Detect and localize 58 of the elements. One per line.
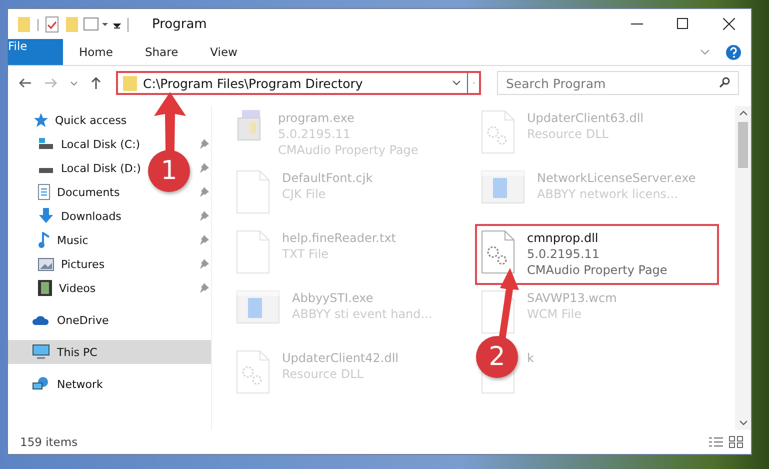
file-detail: CMAudio Property Page bbox=[527, 262, 668, 278]
application-icon bbox=[481, 170, 525, 204]
search-field[interactable]: Search Program bbox=[497, 71, 739, 95]
file-detail: 5.0.2195.11 bbox=[527, 246, 601, 262]
file-icon bbox=[236, 350, 270, 394]
pin-icon[interactable] bbox=[199, 139, 209, 149]
nav-item[interactable]: Local Disk (D:) bbox=[8, 156, 143, 180]
pin-icon[interactable] bbox=[199, 235, 209, 245]
nav-item[interactable]: Quick access bbox=[8, 108, 211, 132]
folder-icon bbox=[123, 75, 137, 91]
file-icon bbox=[236, 170, 270, 214]
maximize-icon[interactable] bbox=[677, 18, 689, 30]
nav-item[interactable]: Music bbox=[8, 228, 90, 252]
download-arrow-icon bbox=[38, 208, 54, 224]
details-view-icon[interactable] bbox=[709, 436, 723, 448]
picture-icon bbox=[38, 258, 54, 270]
file-name[interactable]: cmnprop.dll bbox=[527, 230, 668, 246]
star-icon bbox=[32, 112, 48, 128]
file-icon bbox=[236, 230, 270, 274]
close-icon[interactable] bbox=[723, 18, 735, 30]
help-icon[interactable] bbox=[726, 44, 741, 60]
file-icon bbox=[481, 110, 515, 154]
large-icons-view-icon[interactable] bbox=[729, 436, 743, 448]
nav-item[interactable]: Videos bbox=[8, 276, 98, 300]
application-icon bbox=[236, 290, 280, 324]
up-arrow-icon[interactable] bbox=[90, 76, 102, 90]
address-path: C:\Program Files\Program Directory bbox=[143, 76, 364, 90]
pin-icon[interactable] bbox=[199, 211, 209, 221]
cloud-icon bbox=[32, 314, 50, 326]
back-arrow-icon[interactable] bbox=[18, 77, 32, 89]
document-icon bbox=[38, 184, 50, 200]
music-note-icon bbox=[38, 232, 50, 248]
search-icon[interactable] bbox=[719, 77, 730, 88]
nav-item[interactable]: Pictures bbox=[8, 252, 107, 276]
scrollbar-thumb[interactable] bbox=[738, 122, 748, 168]
drive-icon bbox=[38, 138, 54, 150]
nav-item[interactable]: Local Disk (C:) bbox=[8, 132, 142, 156]
pin-icon[interactable] bbox=[199, 259, 209, 269]
film-icon bbox=[38, 280, 52, 296]
nav-item[interactable]: OneDrive bbox=[8, 308, 211, 332]
scroll-up-icon[interactable] bbox=[738, 110, 748, 116]
chevron-down-icon[interactable] bbox=[70, 80, 78, 86]
nav-item[interactable]: Network bbox=[8, 372, 211, 396]
nav-item[interactable]: Downloads bbox=[8, 204, 124, 228]
pin-icon[interactable] bbox=[199, 163, 209, 173]
file-icon bbox=[481, 230, 515, 274]
address-bar[interactable]: C:\Program Files\Program Directory bbox=[116, 71, 481, 95]
chevron-down-icon[interactable] bbox=[452, 80, 461, 86]
item-count: 159 items bbox=[20, 435, 78, 449]
pin-icon[interactable] bbox=[199, 187, 209, 197]
nav-item[interactable]: This PC bbox=[8, 340, 211, 364]
monitor-icon bbox=[32, 344, 50, 360]
nav-item[interactable]: Documents bbox=[8, 180, 122, 204]
network-icon bbox=[32, 376, 50, 392]
pin-icon[interactable] bbox=[199, 283, 209, 293]
ribbon-tab[interactable]: File bbox=[8, 39, 63, 65]
scroll-down-icon[interactable] bbox=[738, 420, 748, 426]
window-title: Program bbox=[152, 16, 207, 32]
